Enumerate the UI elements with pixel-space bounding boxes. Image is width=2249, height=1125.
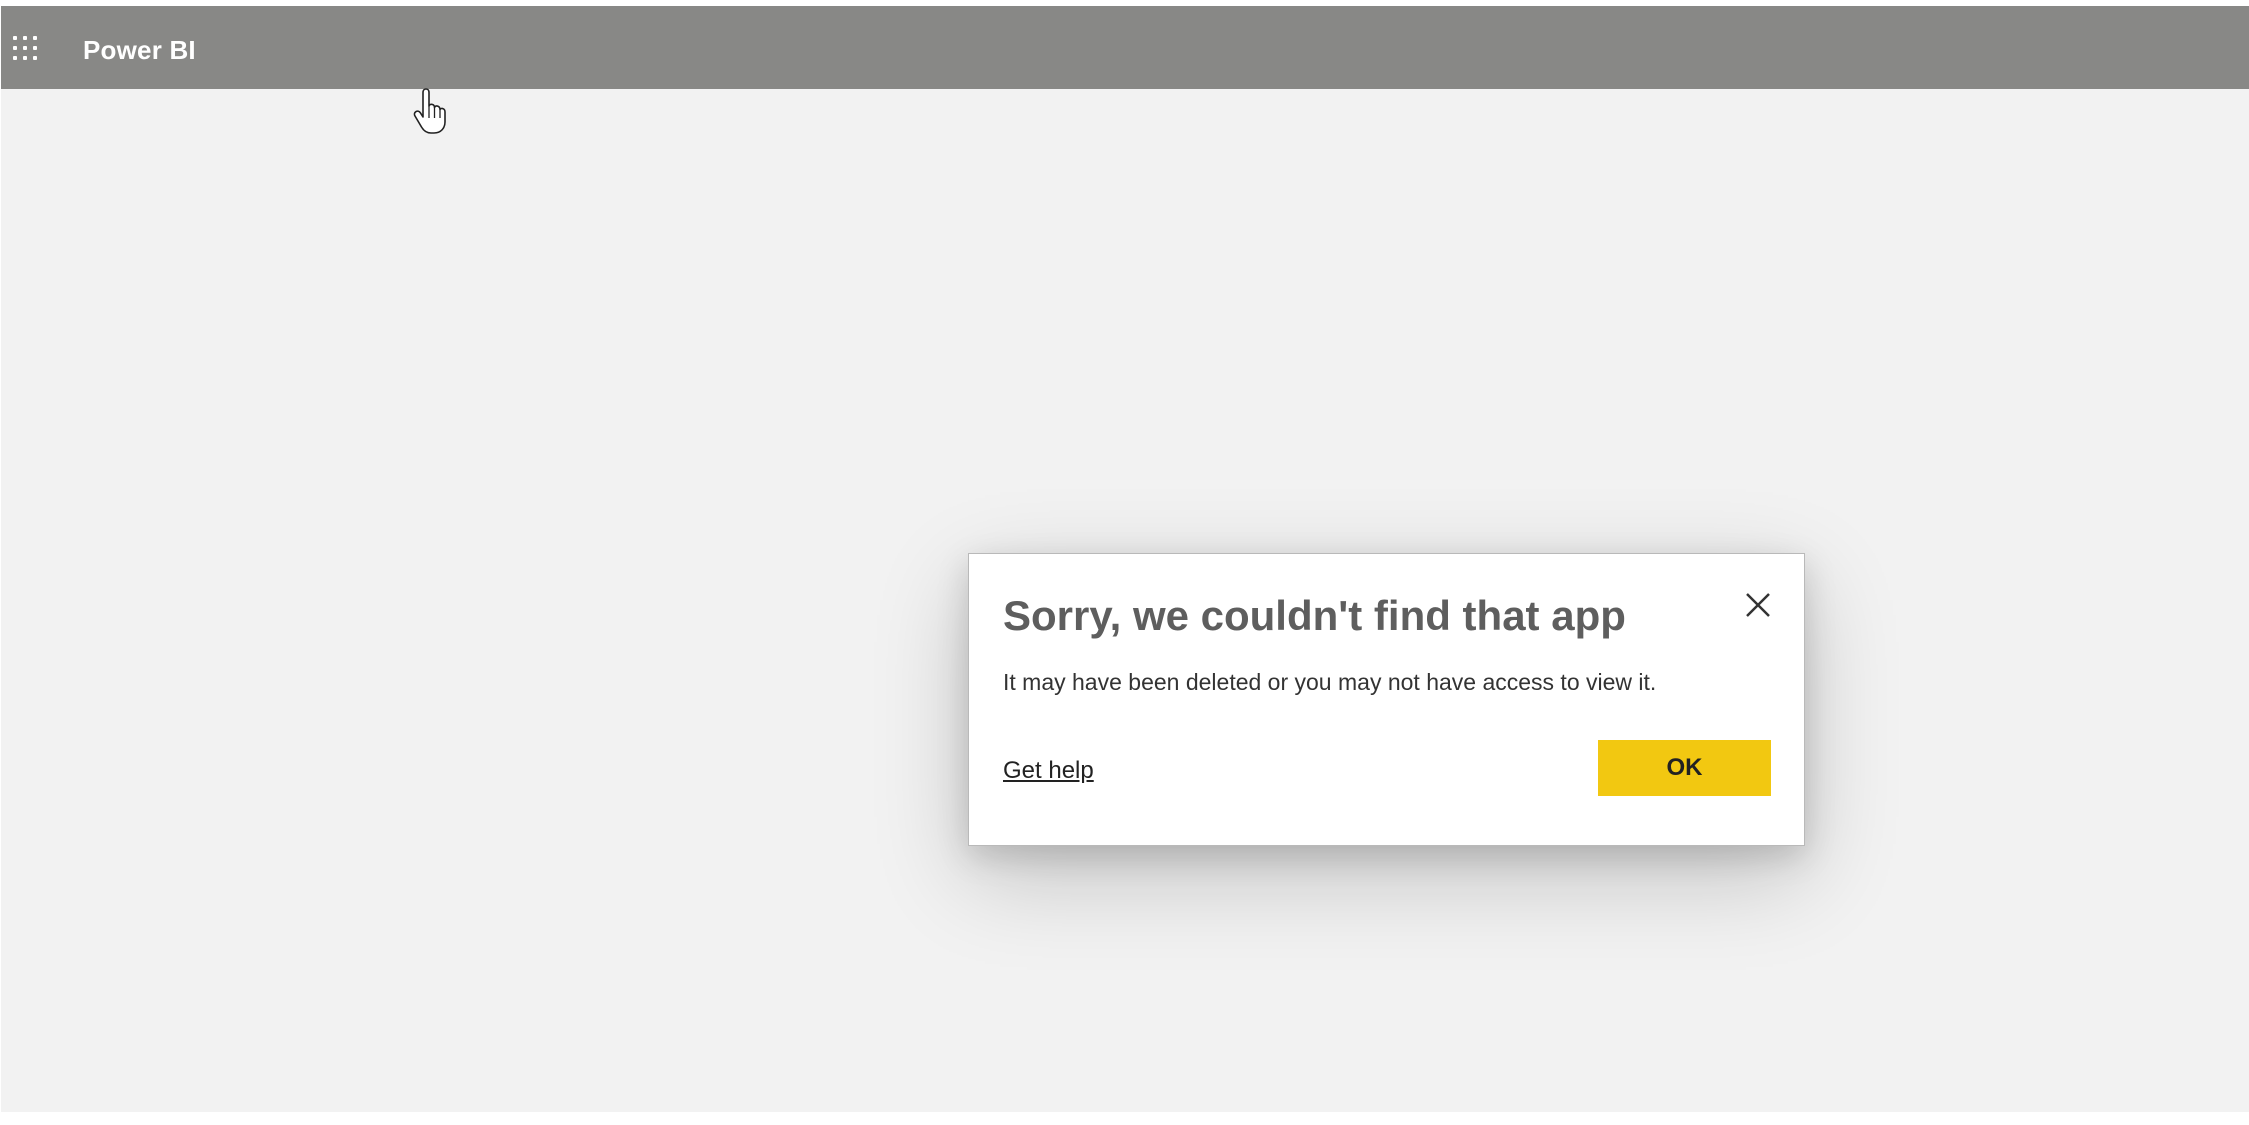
app-window: Power BI Sorry, we couldn't find that ap… xyxy=(1,6,2249,1112)
get-help-link[interactable]: Get help xyxy=(1003,757,1094,785)
hand-pointer-cursor-icon xyxy=(411,86,451,138)
dialog-message: It may have been deleted or you may not … xyxy=(1003,669,1657,695)
dialog-title: Sorry, we couldn't find that app xyxy=(1003,592,1626,639)
error-dialog: Sorry, we couldn't find that app It may … xyxy=(968,553,1805,846)
top-bar: Power BI xyxy=(1,6,2249,89)
app-launcher-waffle-icon[interactable] xyxy=(13,36,43,66)
close-icon[interactable] xyxy=(1742,589,1774,621)
app-title[interactable]: Power BI xyxy=(83,35,196,66)
ok-button[interactable]: OK xyxy=(1598,740,1771,796)
